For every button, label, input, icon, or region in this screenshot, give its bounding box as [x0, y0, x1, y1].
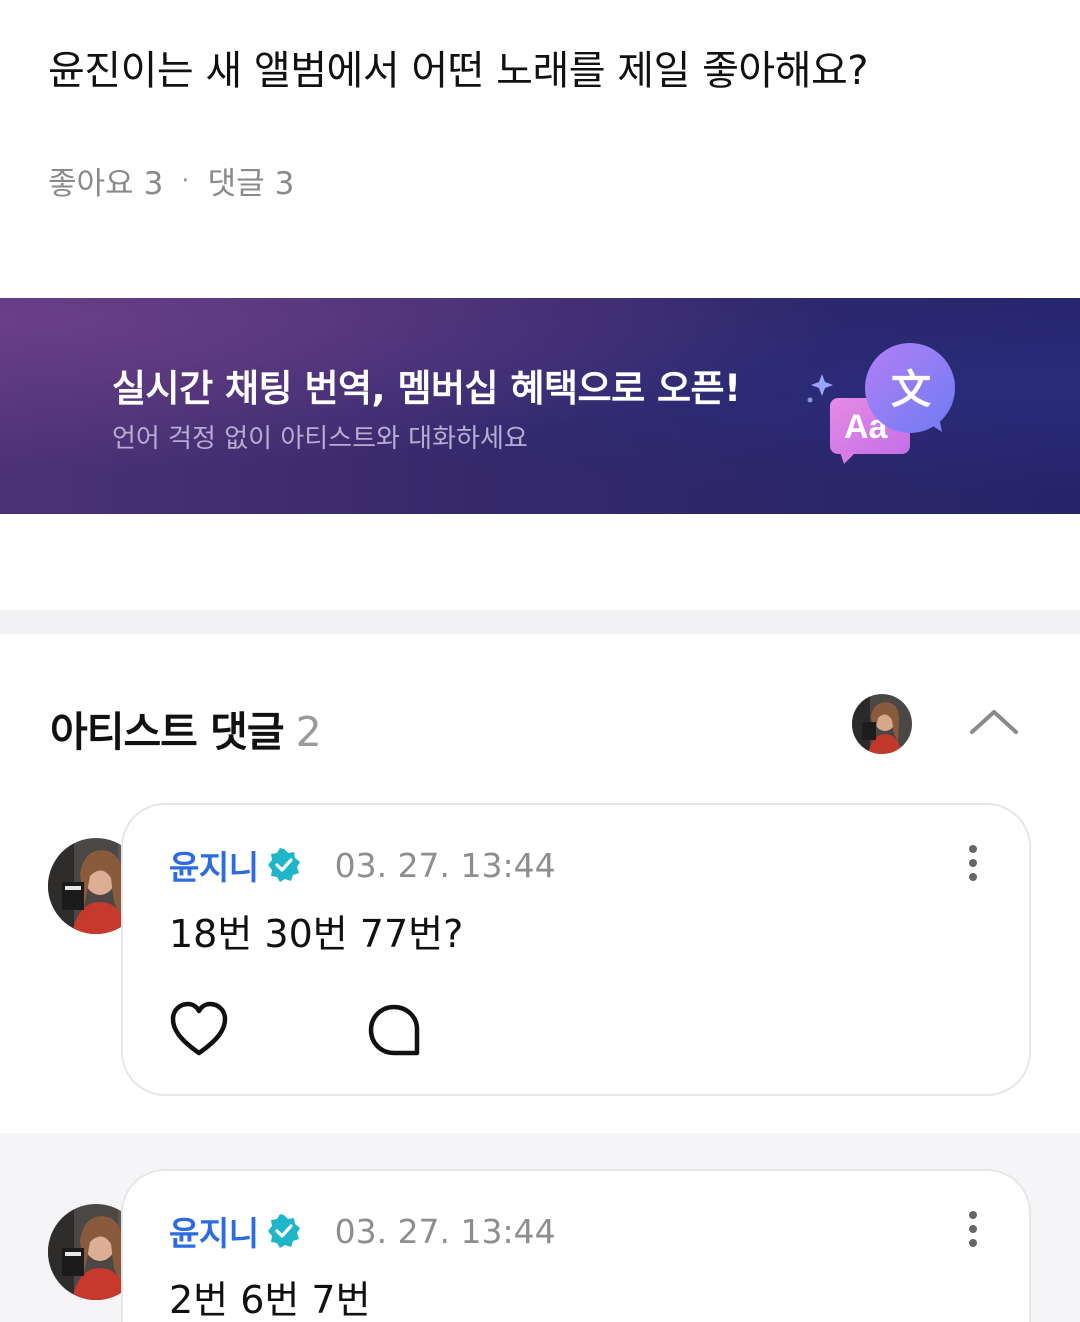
collapse-button[interactable]	[964, 700, 1024, 744]
artist-comments-title: 아티스트 댓글 2	[50, 698, 322, 758]
section-divider	[0, 610, 1080, 634]
more-options-button[interactable]	[959, 841, 987, 885]
comment-author-row: 윤지니 03. 27. 13:44	[169, 1207, 556, 1255]
artist-avatar-small[interactable]	[852, 694, 912, 754]
artist-comments-count: 2	[295, 708, 322, 756]
banner-subtitle: 언어 걱정 없이 아티스트와 대화하세요	[112, 424, 528, 454]
more-dot	[969, 1225, 977, 1233]
comment-timestamp: 03. 27. 13:44	[334, 845, 556, 885]
speech-bubble-icon[interactable]	[367, 1003, 421, 1057]
more-dot	[969, 873, 977, 881]
verified-badge-icon	[267, 848, 300, 882]
comments-label: 댓글	[207, 166, 265, 202]
banner-title: 실시간 채팅 번역, 멤버십 혜택으로 오픈!	[112, 367, 741, 410]
artist-comments-label: 아티스트 댓글	[50, 708, 285, 756]
comment-text: 2번 6번 7번	[169, 1278, 371, 1322]
comment-text: 18번 30번 77번?	[169, 912, 464, 956]
comment-author-name[interactable]: 윤지니	[169, 1207, 259, 1255]
likes-stat[interactable]: 좋아요 3	[48, 158, 163, 203]
stats-separator: ·	[181, 165, 190, 196]
translate-icon: Aa 文	[807, 343, 955, 464]
more-dot	[969, 859, 977, 867]
more-vertical-icon	[969, 1211, 977, 1219]
post-title: 윤진이는 새 앨범에서 어떤 노래를 제일 좋아해요?	[48, 48, 869, 94]
more-options-button[interactable]	[959, 1207, 987, 1251]
membership-banner[interactable]: 실시간 채팅 번역, 멤버십 혜택으로 오픈! 언어 걱정 없이 아티스트와 대…	[0, 298, 1080, 514]
chevron-up-icon	[970, 710, 1018, 734]
more-vertical-icon	[969, 845, 977, 853]
comment-card: 윤지니 03. 27. 13:44 18번 30번 77번?	[121, 803, 1031, 1096]
likes-label: 좋아요	[48, 166, 134, 202]
comments-stat[interactable]: 댓글 3	[208, 158, 295, 203]
more-dot	[969, 1239, 977, 1247]
comments-count: 3	[274, 166, 295, 202]
heart-icon[interactable]	[169, 1001, 229, 1059]
verified-badge-icon	[267, 1214, 300, 1248]
sparkle-icon	[811, 374, 833, 396]
comment-card: 윤지니 03. 27. 13:44 2번 6번 7번	[121, 1169, 1031, 1322]
han-glyph: 文	[891, 367, 931, 413]
likes-count: 3	[143, 166, 164, 202]
post-stats: 좋아요 3 · 댓글 3	[48, 158, 294, 203]
comment-timestamp: 03. 27. 13:44	[334, 1211, 556, 1251]
comment-author-name[interactable]: 윤지니	[169, 841, 259, 889]
comment-author-row: 윤지니 03. 27. 13:44	[169, 841, 556, 889]
